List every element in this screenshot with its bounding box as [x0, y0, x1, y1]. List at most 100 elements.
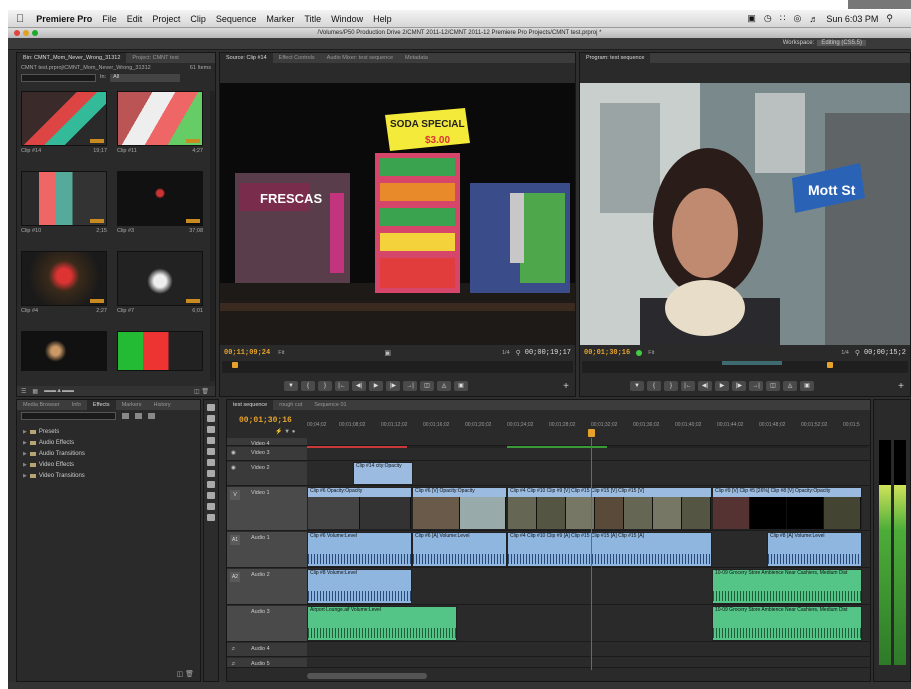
volume-icon[interactable]: ♬ [809, 14, 818, 24]
clip-item[interactable] [21, 331, 107, 371]
program-zoom-select[interactable]: 1/4 [841, 350, 849, 356]
export-frame-button[interactable]: ▣ [454, 381, 468, 391]
source-playhead[interactable] [232, 362, 238, 368]
timeline-clip[interactable]: Clip #6 [V] Opacity:Opacity [412, 487, 507, 530]
tab-metadata[interactable]: Metadata [399, 53, 434, 63]
workspace-select[interactable]: Editing (CS5.5) [817, 40, 866, 46]
timeline-clip[interactable]: Clip #6 Volume:Level [307, 532, 412, 567]
overwrite-button[interactable]: ◬ [437, 381, 451, 391]
menu-project[interactable]: Project [152, 14, 180, 24]
tab-test-sequence[interactable]: test sequence [227, 400, 274, 410]
source-video-frame[interactable]: FRESCAS SODA SPECIAL $3.00 [220, 83, 575, 345]
speaker-icon[interactable]: ♬ [231, 661, 237, 667]
timeline-clip[interactable]: 10-09 Grocery Store Ambience Near Cashie… [712, 606, 862, 641]
mark-in-button[interactable]: { [301, 381, 315, 391]
go-to-out-button[interactable]: →| [403, 381, 417, 391]
mark-out-button[interactable]: } [318, 381, 332, 391]
play-button[interactable]: ▶ [369, 381, 383, 391]
accelerated-effects-icon[interactable] [122, 413, 129, 419]
tab-source[interactable]: Source: Clip #14 [220, 53, 273, 63]
clip-item[interactable]: Clip #14 19;17 [21, 91, 107, 154]
clip-item[interactable]: Clip #4 2;27 [21, 251, 107, 314]
new-item-icon[interactable]: ◫ 🗑 [194, 388, 209, 395]
zoom-tool-icon[interactable] [207, 514, 215, 521]
program-add-button[interactable]: + [898, 381, 904, 392]
menu-clip[interactable]: Clip [190, 14, 206, 24]
menu-title[interactable]: Title [304, 14, 321, 24]
program-current-timecode[interactable]: 00;01;30;16 [584, 349, 630, 357]
zoom-slider[interactable]: ▬▬▲▬▬ [44, 388, 74, 394]
selection-tool-icon[interactable] [207, 404, 215, 411]
eye-icon[interactable]: ◉ [231, 465, 236, 471]
tab-markers[interactable]: Markers [116, 400, 148, 410]
step-forward-button[interactable]: |▶ [732, 381, 746, 391]
tab-bin[interactable]: Bin: CMNT_Mom_Never_Wrong_31312 [17, 53, 127, 63]
mark-out-button[interactable]: } [664, 381, 678, 391]
tab-effect-controls[interactable]: Effect Controls [273, 53, 321, 63]
menu-help[interactable]: Help [373, 14, 392, 24]
close-window-button[interactable] [14, 30, 20, 36]
slide-tool-icon[interactable] [207, 481, 215, 488]
list-view-icon[interactable]: ☰ [21, 388, 26, 395]
timeline-clip[interactable]: Airport Lounge.aif Volume:Level [307, 606, 457, 641]
tab-history[interactable]: History [147, 400, 176, 410]
zoom-window-button[interactable] [32, 30, 38, 36]
program-time-ruler[interactable] [582, 361, 908, 373]
tab-audio-mixer[interactable]: Audio Mixer: test sequence [321, 53, 399, 63]
tab-rough-cut[interactable]: rough cut [273, 400, 308, 410]
menu-window[interactable]: Window [331, 14, 363, 24]
in-select[interactable]: All [110, 74, 181, 82]
timeline-clip[interactable]: Clip #8 Volume:Level [307, 569, 412, 604]
menu-marker[interactable]: Marker [266, 14, 294, 24]
tree-item-video-transitions[interactable]: ▶ Video Transitions [23, 470, 194, 481]
menu-app-name[interactable]: Premiere Pro [36, 14, 92, 24]
tab-info[interactable]: Info [66, 400, 87, 410]
source-time-ruler[interactable] [222, 361, 573, 373]
eye-icon[interactable]: ◉ [231, 450, 236, 456]
project-search-input[interactable] [21, 74, 96, 82]
tab-project[interactable]: Project: CMNT test [126, 53, 184, 63]
clip-item[interactable]: Clip #3 37;08 [117, 171, 203, 234]
icon-view-icon[interactable]: ▦ [32, 388, 38, 395]
step-back-button[interactable]: ◀| [698, 381, 712, 391]
insert-button[interactable]: ◫ [420, 381, 434, 391]
yuv-effects-icon[interactable] [148, 413, 155, 419]
timeline-clip[interactable]: Clip #9 [V] Clip #5 [26%] Clip #8 [V] Op… [712, 487, 862, 530]
expand-icon[interactable]: ▶ [23, 429, 27, 435]
tab-sequence-01[interactable]: Sequence 01 [308, 400, 352, 410]
32bit-effects-icon[interactable] [135, 413, 142, 419]
source-zoom-select[interactable]: 1/4 [502, 350, 510, 356]
clip-item[interactable]: Clip #10 2;15 [21, 171, 107, 234]
effects-search-input[interactable] [21, 412, 116, 420]
program-work-area[interactable] [722, 361, 782, 365]
program-playhead[interactable] [827, 362, 833, 368]
tab-effects[interactable]: Effects [86, 400, 116, 410]
tab-media-browser[interactable]: Media Browser [17, 400, 66, 410]
export-frame-button[interactable]: ▣ [800, 381, 814, 391]
source-add-button[interactable]: + [563, 381, 569, 392]
hand-tool-icon[interactable] [207, 503, 215, 510]
lift-button[interactable]: ◫ [766, 381, 780, 391]
display-icon[interactable]: ▣ [747, 13, 756, 24]
mark-in-button[interactable]: { [647, 381, 661, 391]
clip-item[interactable]: Clip #11 4;27 [117, 91, 203, 154]
new-bin-icon[interactable]: ◫ 🗑 [177, 670, 194, 678]
timeline-timecode[interactable]: 00;01;30;16 [239, 416, 292, 425]
timeline-playhead-line[interactable] [591, 438, 592, 670]
program-video-frame[interactable]: Mott St [580, 83, 910, 345]
go-to-out-button[interactable]: →| [749, 381, 763, 391]
source-current-timecode[interactable]: 00;11;09;24 [224, 349, 270, 357]
timeline-clip[interactable]: Clip #6 Opacity:Opacity [307, 487, 412, 530]
project-scrollbar[interactable] [210, 91, 215, 381]
spotlight-icon[interactable]: ⚲ [886, 13, 893, 24]
timeline-clip[interactable]: Clip #6 [A] Volume:Level [412, 532, 507, 567]
timeline-playhead-handle[interactable] [588, 429, 595, 437]
target-a1[interactable]: A1 [230, 535, 240, 545]
tree-item-presets[interactable]: ▶ Presets [23, 426, 194, 437]
step-back-button[interactable]: ◀| [352, 381, 366, 391]
snap-icon[interactable]: ⚡ ▼ ● [275, 428, 295, 435]
tree-item-video-effects[interactable]: ▶ Video Effects [23, 459, 194, 470]
go-to-in-button[interactable]: |← [681, 381, 695, 391]
wifi-icon[interactable]: ◎ [794, 13, 802, 24]
rolling-edit-tool-icon[interactable] [207, 437, 215, 444]
